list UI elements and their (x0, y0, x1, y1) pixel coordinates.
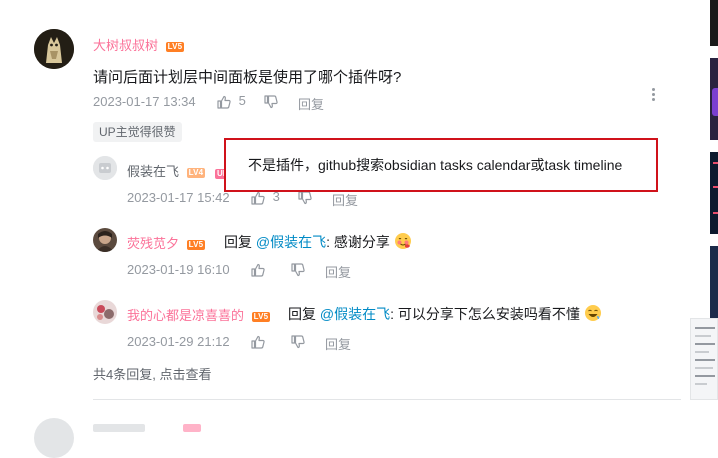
reply-time: 2023-01-29 21:12 (127, 334, 230, 349)
grinning-emoji-icon (584, 305, 601, 321)
comment-text: 请问后面计划层中间面板是使用了哪个插件呀? (93, 69, 402, 86)
like-count: 5 (238, 93, 246, 108)
thumbs-down-icon (291, 335, 305, 349)
sidebar-thumbnail[interactable] (710, 152, 718, 234)
reply-button[interactable]: 回复 (298, 94, 324, 113)
comment-username[interactable]: 大树叔叔树 LV5 (93, 35, 185, 54)
mention-link[interactable]: @假装在飞 (256, 234, 326, 250)
thumbs-up-icon (251, 263, 265, 277)
comment-meta: 2023-01-17 13:34 (93, 94, 196, 109)
reply-text: 回复 @假装在飞: 感谢分享 (224, 232, 412, 252)
sidebar-thumbnail[interactable] (690, 318, 718, 400)
level-badge: LV5 (165, 41, 185, 52)
level-badge (183, 424, 201, 432)
reply-time: 2023-01-17 15:42 (127, 190, 230, 205)
next-comment-username (93, 424, 145, 432)
like-button[interactable] (250, 334, 266, 355)
highlighted-reply-text: 不是插件，github搜索obsidian tasks calendar或tas… (224, 138, 658, 192)
reply-time: 2023-01-19 16:10 (127, 262, 230, 277)
dislike-button[interactable] (263, 94, 279, 115)
level-badge: LV5 (186, 239, 206, 250)
avatar[interactable] (93, 228, 117, 252)
avatar[interactable] (93, 156, 117, 180)
more-options-icon[interactable] (649, 88, 657, 101)
comment-time: 2023-01-17 13:34 (93, 94, 196, 109)
blushing-emoji-icon (394, 233, 411, 249)
like-button[interactable] (250, 262, 266, 283)
level-badge: LV4 (186, 167, 206, 178)
reply-username[interactable]: 假装在飞 LV4 UP (127, 161, 231, 180)
avatar[interactable] (34, 29, 74, 69)
level-badge: LV5 (251, 311, 271, 322)
avatar[interactable] (93, 300, 117, 324)
dislike-button[interactable] (297, 190, 313, 211)
reply-username[interactable]: 荧残苋夕 LV5 (127, 233, 206, 252)
divider (93, 399, 681, 400)
view-all-replies-link[interactable]: 共4条回复, 点击查看 (93, 364, 211, 383)
up-liked-tag: UP主觉得很赞 (93, 122, 182, 142)
thumbs-down-icon (298, 191, 312, 205)
thumbs-up-icon (217, 95, 231, 109)
thumbs-down-icon (291, 263, 305, 277)
dislike-button[interactable] (290, 334, 306, 355)
reply-button[interactable]: 回复 (325, 262, 351, 281)
dislike-button[interactable] (290, 262, 306, 283)
sidebar-thumbnail[interactable] (710, 0, 718, 46)
thumbs-up-icon (251, 335, 265, 349)
reply-username[interactable]: 我的心都是凉喜喜的 LV5 (127, 305, 271, 324)
sidebar-thumbnail[interactable] (710, 58, 718, 140)
thumbs-down-icon (264, 95, 278, 109)
avatar[interactable] (34, 418, 74, 458)
reply-button[interactable]: 回复 (325, 334, 351, 353)
mention-link[interactable]: @假装在飞 (320, 306, 390, 322)
sidebar-thumbnail[interactable] (710, 246, 718, 328)
like-button[interactable]: 5 (216, 93, 246, 110)
reply-text: 回复 @假装在飞: 可以分享下怎么安装吗看不懂 (288, 304, 602, 324)
reply-button[interactable]: 回复 (332, 190, 358, 209)
